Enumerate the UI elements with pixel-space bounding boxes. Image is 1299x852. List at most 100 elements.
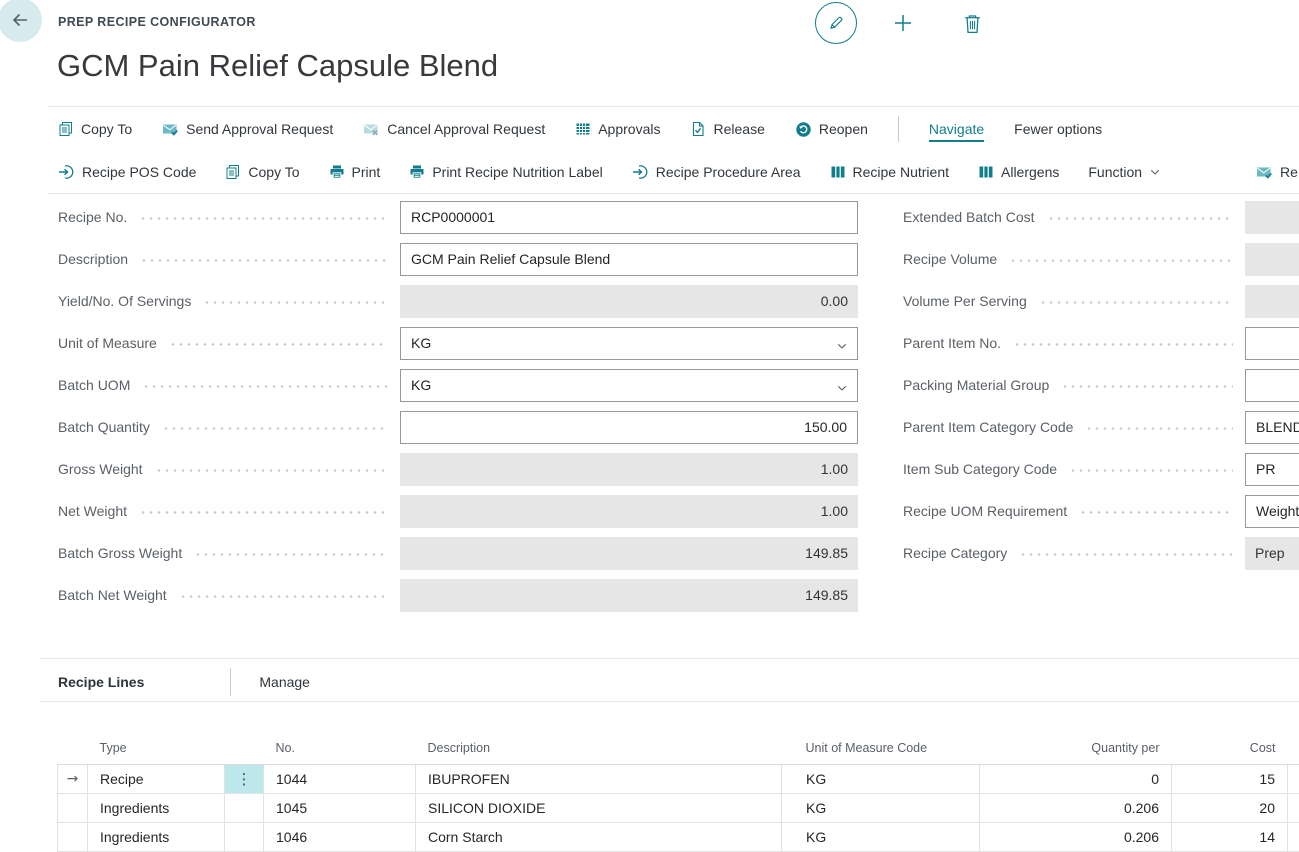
dotted-leader <box>1047 217 1233 220</box>
cell-no[interactable]: 1044 <box>264 764 416 793</box>
description-input[interactable] <box>400 243 858 276</box>
batch-quantity-input[interactable] <box>400 411 858 444</box>
dotted-leader <box>1013 343 1233 346</box>
lines-section-bottom-separator <box>40 701 1299 702</box>
function-menu-button[interactable]: Function <box>1088 164 1161 180</box>
cell-quantity-per[interactable]: 0 <box>980 764 1172 793</box>
recipe-volume-field <box>1245 243 1299 276</box>
action-bar-main: Copy To Send Approval Request Cancel App… <box>58 107 1299 151</box>
unit-of-measure-dropdown[interactable] <box>400 327 858 360</box>
field-row-net-weight: Net Weight 1.00 <box>58 490 858 532</box>
cell-cost[interactable]: 15 <box>1172 764 1288 793</box>
cell-quantity-per[interactable]: 0.206 <box>980 793 1172 822</box>
column-header-cost[interactable]: Cost <box>1172 733 1288 764</box>
batch-net-weight-field: 149.85 <box>400 579 858 612</box>
item-sub-category-code-input[interactable] <box>1245 453 1299 486</box>
allergens-button[interactable]: Allergens <box>978 164 1059 180</box>
recipe-uom-requirement-input[interactable] <box>1245 495 1299 528</box>
field-label: Net Weight <box>58 503 127 519</box>
recipe-no-input[interactable] <box>400 201 858 234</box>
row-options-cell[interactable] <box>225 822 264 851</box>
action-bar-navigate: Recipe POS Code Copy To Print Print Reci… <box>58 151 1299 193</box>
dotted-leader <box>139 511 388 514</box>
recipe-pos-code-button[interactable]: Recipe POS Code <box>58 164 196 180</box>
column-header-description[interactable]: Description <box>416 733 782 764</box>
packing-material-group-input[interactable] <box>1245 369 1299 402</box>
row-options-cell[interactable] <box>225 793 264 822</box>
plus-icon <box>891 11 915 35</box>
copy-to-button[interactable]: Copy To <box>58 121 132 137</box>
field-label: Recipe Category <box>903 545 1007 561</box>
fewer-options-button[interactable]: Fewer options <box>1014 121 1102 137</box>
cell-quantity-per[interactable]: 0.206 <box>980 822 1172 851</box>
parent-item-no-input[interactable] <box>1245 327 1299 360</box>
cell-cost[interactable]: 20 <box>1172 793 1288 822</box>
reopen-button[interactable]: Reopen <box>795 121 868 138</box>
field-label: Batch UOM <box>58 377 130 393</box>
cell-description[interactable]: IBUPROFEN <box>416 764 782 793</box>
cell-uom[interactable]: KG <box>782 822 980 851</box>
cell-type[interactable]: Ingredients <box>88 822 225 851</box>
dotted-leader <box>155 469 388 472</box>
column-header-quantity-per[interactable]: Quantity per <box>980 733 1172 764</box>
manage-menu-button[interactable]: Manage <box>259 674 310 690</box>
volume-per-serving-field <box>1245 285 1299 318</box>
cell-uom[interactable]: KG <box>782 793 980 822</box>
batch-uom-dropdown[interactable] <box>400 369 858 402</box>
cell-uom[interactable]: KG <box>782 764 980 793</box>
row-options-cell[interactable]: ⋮ <box>225 764 264 793</box>
print-recipe-nutrition-label-button[interactable]: Print Recipe Nutrition Label <box>409 164 602 180</box>
column-header-no[interactable]: No. <box>264 733 416 764</box>
column-header-type[interactable]: Type <box>88 733 225 764</box>
general-fields-left: Recipe No. Description Yield/No. Of Serv… <box>58 196 858 616</box>
net-weight-field: 1.00 <box>400 495 858 528</box>
columns-icon <box>978 164 994 180</box>
copy-icon <box>58 121 74 137</box>
dotted-leader <box>1085 427 1233 430</box>
dotted-leader <box>1039 301 1233 304</box>
field-row-unit-of-measure: Unit of Measure <box>58 322 858 364</box>
dotted-leader <box>1069 469 1233 472</box>
field-label: Parent Item Category Code <box>903 419 1073 435</box>
field-row-batch-uom: Batch UOM <box>58 364 858 406</box>
recipe-lines-grid: Type No. Description Unit of Measure Cod… <box>57 733 1299 852</box>
edit-button[interactable] <box>815 2 857 44</box>
field-label: Recipe No. <box>58 209 127 225</box>
new-button[interactable] <box>891 11 915 35</box>
chevron-down-icon <box>1149 166 1161 178</box>
print-button[interactable]: Print <box>329 164 381 180</box>
recipe-nutrient-button[interactable]: Recipe Nutrient <box>830 164 950 180</box>
printer-icon <box>409 164 425 180</box>
toolbar-overflow-item[interactable]: Re <box>1256 151 1298 193</box>
field-label: Volume Per Serving <box>903 293 1027 309</box>
parent-item-category-code-input[interactable] <box>1245 411 1299 444</box>
delete-button[interactable] <box>961 11 983 35</box>
table-row[interactable]: Ingredients 1046 Corn Starch KG 0.206 14 <box>58 822 1299 851</box>
recipe-procedure-area-button[interactable]: Recipe Procedure Area <box>632 164 801 180</box>
release-button[interactable]: Release <box>690 121 764 137</box>
page-caption: PREP RECIPE CONFIGURATOR <box>58 15 256 29</box>
envelope-check-icon <box>1256 164 1273 180</box>
send-approval-request-button[interactable]: Send Approval Request <box>162 121 333 137</box>
cell-no[interactable]: 1045 <box>264 793 416 822</box>
cancel-approval-request-button[interactable]: Cancel Approval Request <box>363 121 545 137</box>
copy-to-button-2[interactable]: Copy To <box>225 164 299 180</box>
back-button[interactable] <box>0 0 42 42</box>
enter-arrow-icon <box>632 164 649 180</box>
cell-no[interactable]: 1046 <box>264 822 416 851</box>
table-row[interactable]: → Recipe ⋮ 1044 IBUPROFEN KG 0 15 <box>58 764 1299 793</box>
approvals-button[interactable]: Approvals <box>575 121 660 137</box>
dotted-leader <box>140 259 388 262</box>
cell-type[interactable]: Recipe <box>88 764 225 793</box>
cell-type[interactable]: Ingredients <box>88 793 225 822</box>
column-header-uom[interactable]: Unit of Measure Code <box>782 733 980 764</box>
field-label: Extended Batch Cost <box>903 209 1035 225</box>
cell-description[interactable]: SILICON DIOXIDE <box>416 793 782 822</box>
cell-cost[interactable]: 14 <box>1172 822 1288 851</box>
cell-description[interactable]: Corn Starch <box>416 822 782 851</box>
navigate-menu-button[interactable]: Navigate <box>929 121 984 137</box>
tab-recipe-lines[interactable]: Recipe Lines <box>58 674 144 690</box>
table-row[interactable]: Ingredients 1045 SILICON DIOXIDE KG 0.20… <box>58 793 1299 822</box>
dotted-leader <box>162 427 388 430</box>
field-row-description: Description <box>58 238 858 280</box>
